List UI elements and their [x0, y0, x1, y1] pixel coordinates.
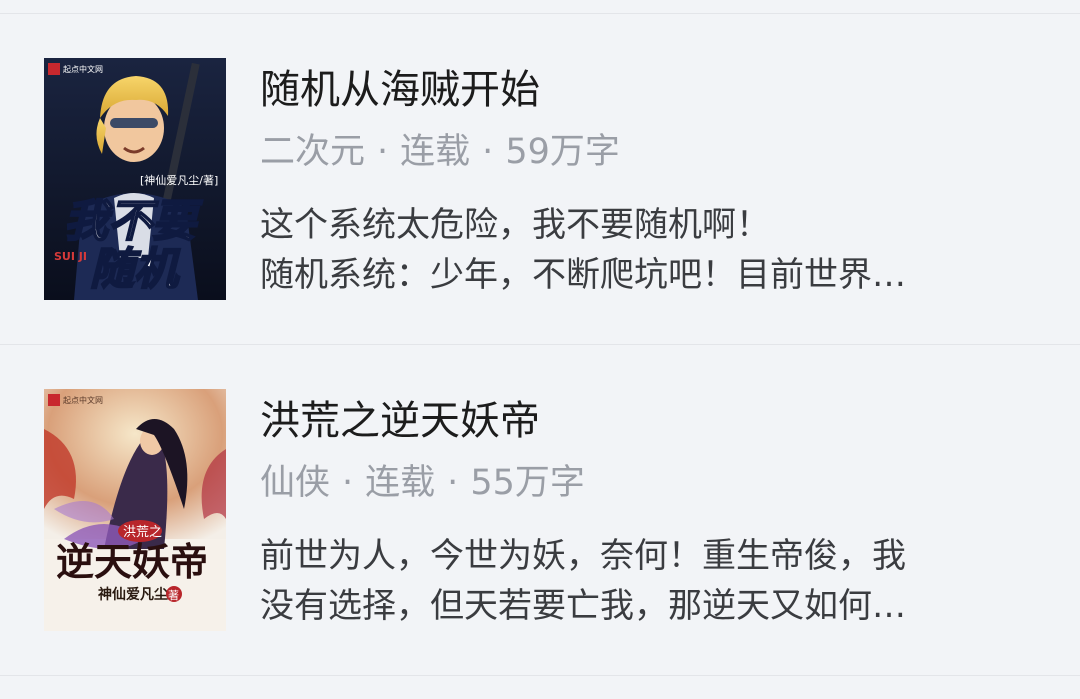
cover-publisher: 起点中文网: [63, 64, 103, 74]
item-divider: [0, 675, 1080, 676]
book-category: 二次元: [260, 132, 366, 172]
book-category: 仙侠: [260, 463, 331, 503]
description-line: 前世为人，今世为妖，奈何！重生帝俊，我: [260, 536, 906, 576]
meta-separator: ·: [447, 463, 459, 503]
cover-author-mark: 著: [168, 588, 179, 602]
meta-separator: ·: [342, 463, 354, 503]
cover-author: 神仙爱凡尘: [98, 586, 168, 603]
book-list-item[interactable]: 起点中文网 [神仙爱凡尘/著] 我不要 随机 SUI JI 随机从海贼开始 二次…: [0, 14, 1080, 344]
book-cover[interactable]: 起点中文网 洪荒之 逆天妖帝 神仙爱凡尘 著: [44, 389, 226, 631]
cover-title-bottom: 随机: [90, 244, 181, 295]
book-title[interactable]: 随机从海贼开始: [260, 66, 540, 114]
cover-title-big: 逆天妖帝: [56, 539, 208, 584]
cover-title-top: 我不要: [64, 196, 203, 247]
cover-author-tag: [神仙爱凡尘/著]: [140, 173, 218, 187]
cover-title-small: 洪荒之: [123, 525, 162, 540]
book-status: 连载: [365, 463, 436, 503]
book-cover[interactable]: 起点中文网 [神仙爱凡尘/著] 我不要 随机 SUI JI: [44, 58, 226, 300]
book-description: 前世为人，今世为妖，奈何！重生帝俊，我 没有选择，但天若要亡我，那逆天又如何…: [260, 531, 1000, 631]
cover-publisher: 起点中文网: [63, 395, 103, 405]
book-word-count: 55万字: [470, 463, 585, 503]
description-line: 没有选择，但天若要亡我，那逆天又如何…: [260, 586, 906, 626]
meta-separator: ·: [482, 132, 494, 172]
cover-pinyin: SUI JI: [54, 250, 87, 263]
description-line: 这个系统太危险，我不要随机啊！: [260, 205, 770, 245]
book-status: 连载: [400, 132, 471, 172]
meta-separator: ·: [377, 132, 389, 172]
book-list-item[interactable]: 起点中文网 洪荒之 逆天妖帝 神仙爱凡尘 著 洪荒之逆天妖帝 仙侠 · 连载 · 55万…: [0, 345, 1080, 675]
book-meta: 仙侠 · 连载 · 55万字: [260, 461, 585, 505]
book-word-count: 59万字: [505, 132, 620, 172]
description-line: 随机系统：少年，不断爬坑吧！目前世界…: [260, 255, 906, 295]
book-description: 这个系统太危险，我不要随机啊！ 随机系统：少年，不断爬坑吧！目前世界…: [260, 200, 1000, 300]
book-meta: 二次元 · 连载 · 59万字: [260, 130, 620, 174]
book-title[interactable]: 洪荒之逆天妖帝: [260, 397, 540, 445]
